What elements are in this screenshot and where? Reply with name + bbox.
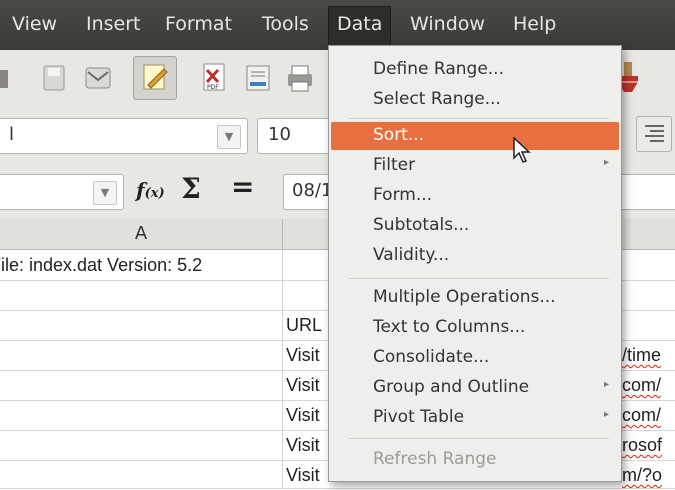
menu-view[interactable]: View (12, 13, 57, 35)
font-size-value: 10 (268, 124, 291, 145)
font-name-box[interactable]: l ▼ (0, 118, 248, 154)
export-pdf-icon[interactable]: PDF (196, 60, 232, 96)
menu-text-to-columns[interactable]: Text to Columns... (329, 314, 621, 342)
menu-separator (349, 438, 609, 439)
cell-url-fragment[interactable]: /time (622, 340, 675, 370)
menu-filter[interactable]: Filter ▸ (329, 152, 621, 180)
cell-url-fragment[interactable]: m/?o (622, 460, 675, 490)
submenu-arrow-icon: ▸ (603, 409, 609, 420)
printer-icon[interactable] (282, 60, 318, 96)
menu-validity[interactable]: Validity... (329, 242, 621, 270)
menu-subtotals[interactable]: Subtotals... (329, 212, 621, 240)
mouse-cursor-icon (513, 136, 535, 169)
font-name-value: l (9, 124, 15, 145)
menu-form[interactable]: Form... (329, 182, 621, 210)
menu-pivot-table[interactable]: Pivot Table ▸ (329, 404, 621, 432)
menu-refresh-range: Refresh Range (373, 449, 497, 469)
menu-define-range[interactable]: Define Range... (329, 56, 621, 84)
menu-data[interactable]: Data (328, 6, 392, 45)
menu-separator (349, 278, 609, 279)
font-name-dropdown-icon[interactable]: ▼ (217, 125, 241, 149)
menu-separator (349, 118, 609, 119)
save-icon[interactable] (36, 60, 72, 96)
align-right-icon[interactable] (636, 116, 672, 152)
font-size-box[interactable]: 10 (257, 118, 339, 154)
menu-group-and-outline[interactable]: Group and Outline ▸ (329, 374, 621, 402)
name-box[interactable]: ▼ (0, 174, 124, 210)
menu-insert[interactable]: Insert (86, 13, 141, 35)
menu-multiple-operations[interactable]: Multiple Operations... (329, 284, 621, 312)
cell-url-fragment[interactable]: com/ (622, 400, 675, 430)
menu-sort[interactable]: Sort... (331, 122, 619, 150)
name-box-dropdown-icon[interactable]: ▼ (93, 181, 117, 205)
menu-format[interactable]: Format (165, 13, 232, 35)
formula-equals-icon[interactable]: = (231, 170, 254, 203)
input-line-value: 08/1 (292, 180, 333, 201)
menu-bar: View Insert Format Tools Data Window Hel… (0, 0, 675, 50)
menu-help[interactable]: Help (513, 13, 556, 35)
column-header-a[interactable]: A (0, 219, 283, 250)
submenu-arrow-icon: ▸ (603, 157, 609, 168)
data-menu-dropdown: Define Range... Select Range... Sort... … (328, 45, 622, 482)
cell-url-fragment[interactable]: com/ (622, 370, 675, 400)
svg-text:PDF: PDF (207, 84, 219, 91)
print-directly-icon[interactable] (241, 60, 277, 96)
function-wizard-icon[interactable]: f(x) (136, 178, 165, 202)
menu-tools[interactable]: Tools (262, 13, 309, 35)
menu-window[interactable]: Window (410, 13, 485, 35)
menu-select-range[interactable]: Select Range... (329, 86, 621, 114)
edit-mode-icon[interactable] (133, 56, 177, 100)
open-icon[interactable] (0, 60, 26, 96)
sum-icon[interactable]: Σ (181, 172, 201, 205)
cell-url-fragment[interactable]: rosof (622, 430, 675, 460)
menu-consolidate[interactable]: Consolidate... (329, 344, 621, 372)
submenu-arrow-icon: ▸ (603, 379, 609, 390)
cell-a1[interactable]: File: index.dat Version: 5.2 (0, 250, 282, 280)
email-icon[interactable] (80, 60, 116, 96)
